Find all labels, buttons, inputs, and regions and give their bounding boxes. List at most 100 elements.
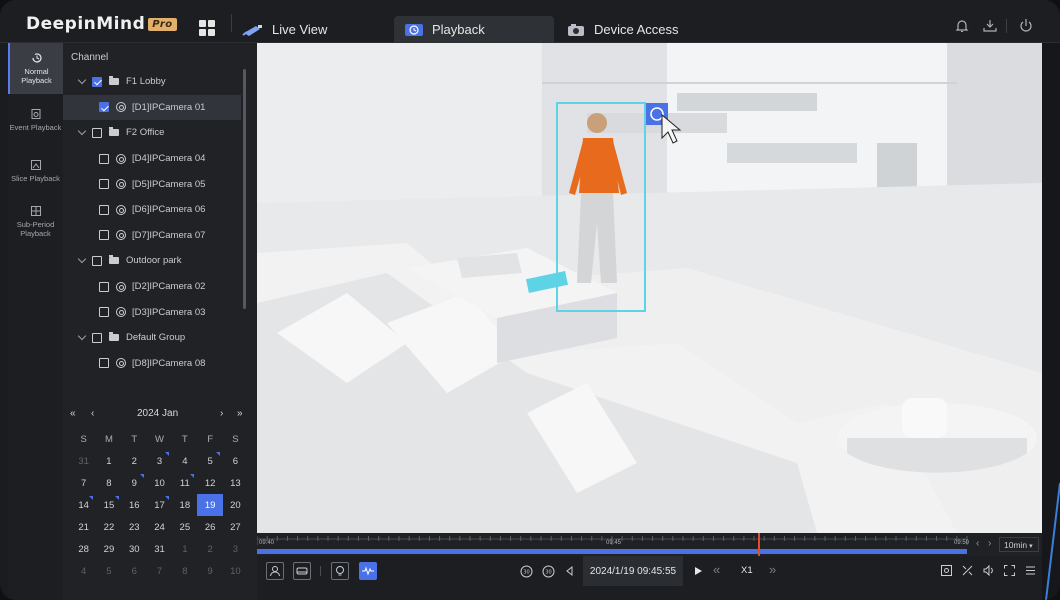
calendar-day[interactable]: 3 [147,450,172,472]
calendar-day[interactable]: 3 [223,538,248,560]
waveform-icon[interactable] [359,562,377,580]
camera-checkbox[interactable] [99,179,109,190]
camera-checkbox[interactable] [99,153,109,164]
power-icon[interactable] [1018,18,1034,34]
calendar-day[interactable]: 8 [172,560,197,582]
calendar-day[interactable]: 29 [96,538,121,560]
timeline[interactable]: 09:40 09:45 09:50 ‹ › 10min ▾ [256,533,1042,556]
camera-row[interactable]: [D6]IPCamera 06 [63,197,241,223]
camera-checkbox[interactable] [99,204,109,215]
group-checkbox[interactable] [92,76,102,87]
calendar-day[interactable]: 6 [223,450,248,472]
prev-year-icon[interactable]: « [70,408,76,419]
previous-frame-icon[interactable] [564,565,576,577]
nav-sub-period-playback[interactable]: Sub-Period Playback [8,196,63,247]
calendar-day[interactable]: 16 [122,494,147,516]
calendar-day[interactable]: 31 [147,538,172,560]
lightbulb-icon[interactable] [331,562,349,580]
chevron-down-icon[interactable] [78,256,87,265]
camera-checkbox[interactable] [99,281,109,292]
tab-live-view[interactable]: Live View [232,16,337,43]
prev-month-icon[interactable]: ‹ [91,408,94,419]
calendar-day[interactable]: 22 [96,516,121,538]
download-icon[interactable] [982,18,998,34]
chevron-down-icon[interactable] [78,333,87,342]
group-row[interactable]: Default Group [63,325,241,351]
more-icon[interactable] [1024,564,1037,577]
bell-icon[interactable] [954,18,970,34]
calendar-day[interactable]: 15 [96,494,121,516]
calendar-day[interactable]: 31 [71,450,96,472]
zoom-select[interactable]: 10min ▾ [999,537,1039,552]
camera-row[interactable]: [D3]IPCamera 03 [63,299,241,325]
calendar-day[interactable]: 26 [197,516,222,538]
calendar-day[interactable]: 20 [223,494,248,516]
tab-device-access[interactable]: Device Access [556,16,689,43]
playback-datetime[interactable]: 2024/1/19 09:45:55 [583,556,683,586]
calendar-day[interactable]: 17 [147,494,172,516]
group-row[interactable]: F1 Lobby [63,69,241,95]
calendar-day[interactable]: 1 [172,538,197,560]
calendar-day[interactable]: 10 [223,560,248,582]
nav-normal-playback[interactable]: Normal Playback [8,43,63,94]
group-row[interactable]: Outdoor park [63,248,241,274]
calendar-day[interactable]: 5 [197,450,222,472]
calendar-day[interactable]: 27 [223,516,248,538]
calendar-day[interactable]: 18 [172,494,197,516]
next-year-icon[interactable]: » [237,408,243,419]
camera-checkbox[interactable] [99,230,109,241]
person-filter-icon[interactable] [266,562,284,580]
chevron-down-icon[interactable] [78,77,87,86]
calendar-day[interactable]: 10 [147,472,172,494]
tab-playback[interactable]: Playback [394,16,554,43]
calendar-day[interactable]: 2 [197,538,222,560]
app-grid-icon[interactable] [199,20,215,36]
calendar-day[interactable]: 2 [122,450,147,472]
calendar-day[interactable]: 9 [197,560,222,582]
camera-row[interactable]: [D4]IPCamera 04 [63,146,241,172]
speed-up-icon[interactable]: » [769,562,776,577]
timeline-prev-icon[interactable]: ‹ [976,538,979,549]
nav-slice-playback[interactable]: Slice Playback [8,145,63,196]
calendar-day[interactable]: 28 [71,538,96,560]
capture-icon[interactable] [940,564,953,577]
camera-checkbox[interactable] [99,358,109,369]
rewind-30s-icon[interactable]: 30 [519,564,534,579]
slow-down-icon[interactable]: « [713,562,720,577]
calendar-day[interactable]: 11 [172,472,197,494]
camera-row[interactable]: [D7]IPCamera 07 [63,223,241,249]
calendar-day[interactable]: 8 [96,472,121,494]
vehicle-filter-icon[interactable] [293,562,311,580]
camera-row[interactable]: [D1]IPCamera 01 [63,94,241,121]
calendar-day[interactable]: 6 [122,560,147,582]
camera-row[interactable]: [D5]IPCamera 05 [63,171,241,197]
volume-icon[interactable] [982,564,995,577]
calendar-day[interactable]: 30 [122,538,147,560]
camera-row[interactable]: [D8]IPCamera 08 [63,351,241,377]
calendar-day[interactable]: 1 [96,450,121,472]
calendar-day[interactable]: 12 [197,472,222,494]
calendar-day[interactable]: 21 [71,516,96,538]
timeline-track[interactable] [256,533,1042,556]
calendar-day[interactable]: 4 [172,450,197,472]
calendar-day[interactable]: 9 [122,472,147,494]
camera-row[interactable]: [D2]IPCamera 02 [63,274,241,300]
nav-event-playback[interactable]: Event Playback [8,94,63,145]
camera-checkbox[interactable] [99,102,109,113]
calendar-day-selected[interactable]: 19 [197,494,223,516]
group-checkbox[interactable] [92,332,102,343]
group-row[interactable]: F2 Office [63,120,241,146]
calendar-day[interactable]: 25 [172,516,197,538]
calendar-day[interactable]: 24 [147,516,172,538]
timeline-next-icon[interactable]: › [988,538,991,549]
calendar-day[interactable]: 23 [122,516,147,538]
clip-icon[interactable] [961,564,974,577]
forward-30s-icon[interactable]: 30 [541,564,556,579]
group-checkbox[interactable] [92,127,102,138]
playhead[interactable] [757,533,760,556]
calendar-day[interactable]: 13 [223,472,248,494]
next-month-icon[interactable]: › [220,408,223,419]
video-view[interactable] [257,43,1042,533]
calendar-day[interactable]: 14 [71,494,96,516]
play-icon[interactable] [692,565,704,577]
